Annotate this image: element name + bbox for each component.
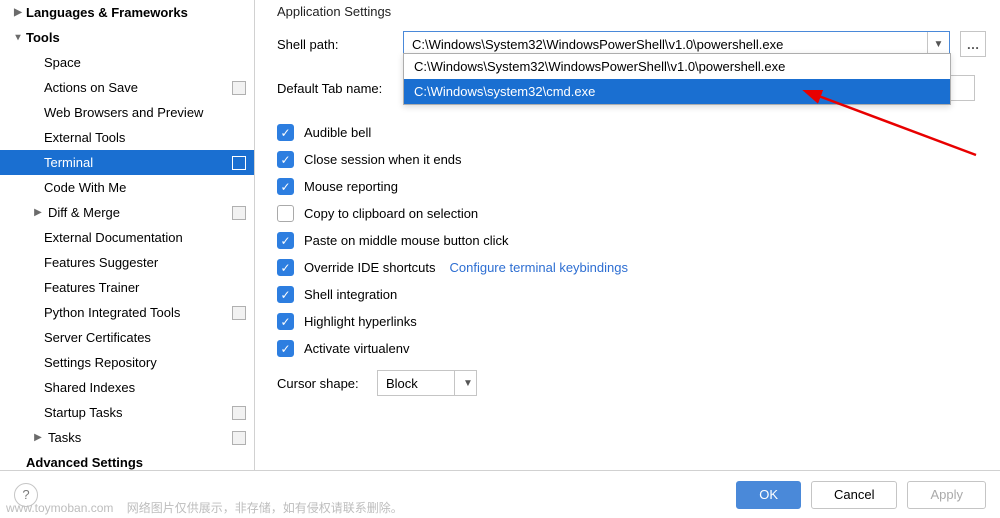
sidebar-item-tools[interactable]: ▾ Tools (0, 25, 254, 50)
chevron-down-icon: ▼ (934, 39, 944, 50)
sidebar-item-features-suggester[interactable]: Features Suggester (0, 250, 254, 275)
checkbox-row: ✓ Shell integration (277, 281, 986, 308)
sidebar-item-label: Terminal (44, 155, 232, 170)
checkbox-label[interactable]: Paste on middle mouse button click (304, 233, 509, 248)
cursor-shape-dropdown-button[interactable]: ▼ (454, 371, 476, 395)
sidebar-item-label: Server Certificates (44, 330, 246, 345)
sidebar-item-label: Web Browsers and Preview (44, 105, 246, 120)
checkbox-row: ✓ Mouse reporting (277, 173, 986, 200)
checkbox-row: ✓ Audible bell (277, 119, 986, 146)
default-tab-label: Default Tab name: (277, 81, 403, 96)
sidebar-item-label: Space (44, 55, 246, 70)
sidebar-item-space[interactable]: Space (0, 50, 254, 75)
sidebar-item-code-with-me[interactable]: Code With Me (0, 175, 254, 200)
chevron-down-icon: ▾ (10, 30, 26, 46)
checkbox-label[interactable]: Audible bell (304, 125, 371, 140)
checkbox[interactable]: ✓ (277, 259, 294, 276)
sidebar-item-label: Actions on Save (44, 80, 232, 95)
sidebar-item-external-tools[interactable]: External Tools (0, 125, 254, 150)
sidebar-item-label: Languages & Frameworks (26, 5, 246, 20)
checkbox-label[interactable]: Copy to clipboard on selection (304, 206, 478, 221)
sidebar-item-server-certificates[interactable]: Server Certificates (0, 325, 254, 350)
watermark-note: 网络图片仅供展示，非存储，如有侵权请联系删除。 (127, 501, 403, 515)
checkbox[interactable]: ✓ (277, 232, 294, 249)
chevron-right-icon: ▶ (30, 205, 46, 221)
sidebar-item-label: Python Integrated Tools (44, 305, 232, 320)
sidebar-item-label: Startup Tasks (44, 405, 232, 420)
project-scope-icon (232, 431, 246, 445)
sidebar-item-label: Code With Me (44, 180, 246, 195)
sidebar-item-label: External Documentation (44, 230, 246, 245)
configure-keybindings-link[interactable]: Configure terminal keybindings (450, 260, 628, 275)
sidebar-item-label: External Tools (44, 130, 246, 145)
sidebar-item-tasks[interactable]: ▶Tasks (0, 425, 254, 450)
project-scope-icon (232, 306, 246, 320)
cancel-button[interactable]: Cancel (811, 481, 897, 509)
ok-button[interactable]: OK (736, 481, 801, 509)
checkbox-row: ✓ Close session when it ends (277, 146, 986, 173)
chevron-right-icon: ▶ (10, 5, 26, 21)
sidebar-item-features-trainer[interactable]: Features Trainer (0, 275, 254, 300)
checkbox-row: ✓ Highlight hyperlinks (277, 308, 986, 335)
checkbox[interactable] (277, 205, 294, 222)
checkbox[interactable]: ✓ (277, 340, 294, 357)
sidebar-item-diff-merge[interactable]: ▶Diff & Merge (0, 200, 254, 225)
dropdown-option[interactable]: C:\Windows\system32\cmd.exe (404, 79, 950, 104)
sidebar-item-startup-tasks[interactable]: Startup Tasks (0, 400, 254, 425)
project-scope-icon (232, 156, 246, 170)
cursor-shape-label: Cursor shape: (277, 376, 377, 391)
section-title: Application Settings (277, 0, 986, 31)
shell-path-label: Shell path: (277, 37, 403, 52)
checkbox-row: ✓ Override IDE shortcuts Configure termina… (277, 254, 986, 281)
project-scope-icon (232, 81, 246, 95)
sidebar-item-python-integrated-tools[interactable]: Python Integrated Tools (0, 300, 254, 325)
sidebar-item-label: Advanced Settings (26, 455, 246, 470)
checkbox-label[interactable]: Override IDE shortcuts (304, 260, 436, 275)
checkbox[interactable]: ✓ (277, 286, 294, 303)
checkbox[interactable]: ✓ (277, 151, 294, 168)
sidebar-item-external-documentation[interactable]: External Documentation (0, 225, 254, 250)
settings-content: Application Settings Shell path: ▼ … Def… (255, 0, 1000, 470)
sidebar-item-languages[interactable]: ▶ Languages & Frameworks (0, 0, 254, 25)
sidebar-item-shared-indexes[interactable]: Shared Indexes (0, 375, 254, 400)
watermark-host: www.toymoban.com (6, 501, 113, 515)
shell-path-dropdown: C:\Windows\System32\WindowsPowerShell\v1… (403, 53, 951, 105)
sidebar-item-label: Tools (26, 30, 246, 45)
cursor-shape-value: Block (378, 376, 454, 391)
checkbox[interactable]: ✓ (277, 124, 294, 141)
checkbox-label[interactable]: Close session when it ends (304, 152, 462, 167)
sidebar-item-terminal[interactable]: Terminal (0, 150, 254, 175)
sidebar-item-label: Diff & Merge (48, 205, 232, 220)
checkbox-label[interactable]: Highlight hyperlinks (304, 314, 417, 329)
dropdown-option[interactable]: C:\Windows\System32\WindowsPowerShell\v1… (404, 54, 950, 79)
browse-button[interactable]: … (960, 31, 986, 57)
apply-button[interactable]: Apply (907, 481, 986, 509)
checkbox[interactable]: ✓ (277, 313, 294, 330)
checkbox-row: ✓ Paste on middle mouse button click (277, 227, 986, 254)
watermark: www.toymoban.com 网络图片仅供展示，非存储，如有侵权请联系删除。 (6, 499, 403, 516)
chevron-right-icon: ▶ (30, 430, 46, 446)
checkbox-label[interactable]: Shell integration (304, 287, 397, 302)
checkbox-list: ✓ Audible bell ✓ Close session when it ends… (277, 119, 986, 362)
sidebar-item-label: Features Suggester (44, 255, 246, 270)
checkbox-row: Copy to clipboard on selection (277, 200, 986, 227)
checkbox-label[interactable]: Mouse reporting (304, 179, 398, 194)
sidebar-item-settings-repository[interactable]: Settings Repository (0, 350, 254, 375)
sidebar-item-advanced[interactable]: Advanced Settings (0, 450, 254, 470)
sidebar-item-web-browsers-and-preview[interactable]: Web Browsers and Preview (0, 100, 254, 125)
settings-sidebar: ▶ Languages & Frameworks ▾ Tools Space Ac… (0, 0, 255, 470)
checkbox-row: ✓ Activate virtualenv (277, 335, 986, 362)
checkbox-label[interactable]: Activate virtualenv (304, 341, 410, 356)
sidebar-item-actions-on-save[interactable]: Actions on Save (0, 75, 254, 100)
project-scope-icon (232, 406, 246, 420)
sidebar-item-label: Tasks (48, 430, 232, 445)
sidebar-item-label: Shared Indexes (44, 380, 246, 395)
project-scope-icon (232, 206, 246, 220)
sidebar-item-label: Features Trainer (44, 280, 246, 295)
checkbox[interactable]: ✓ (277, 178, 294, 195)
cursor-shape-select[interactable]: Block ▼ (377, 370, 477, 396)
sidebar-item-label: Settings Repository (44, 355, 246, 370)
chevron-down-icon: ▼ (455, 378, 476, 389)
